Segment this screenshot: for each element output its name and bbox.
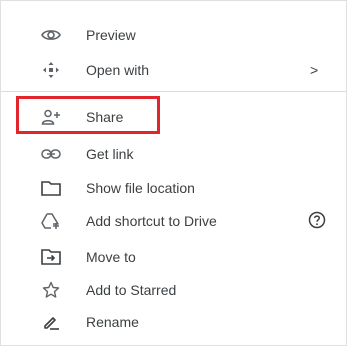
person-add-icon — [41, 108, 61, 126]
help-icon[interactable] — [308, 211, 326, 229]
menu-item-add-to-starred[interactable]: Add to Starred — [1, 277, 347, 303]
menu-item-label: Add shortcut to Drive — [86, 213, 217, 229]
menu-item-label: Open with — [86, 62, 150, 78]
move-to-folder-icon — [41, 248, 61, 266]
chevron-right-icon: > — [310, 62, 319, 78]
menu-item-preview[interactable]: Preview — [1, 22, 347, 48]
link-icon — [41, 145, 61, 163]
eye-icon — [41, 26, 61, 44]
menu-divider — [1, 91, 347, 92]
menu-item-label: Rename — [86, 314, 139, 330]
menu-item-label: Get link — [86, 146, 134, 162]
pencil-icon — [41, 313, 61, 331]
add-shortcut-icon — [41, 212, 61, 230]
menu-item-add-shortcut[interactable]: Add shortcut to Drive — [1, 208, 347, 234]
menu-item-show-file-location[interactable]: Show file location — [1, 175, 347, 201]
menu-item-label: Move to — [86, 249, 136, 265]
menu-item-get-link[interactable]: Get link — [1, 141, 347, 167]
move-arrows-icon — [41, 61, 61, 79]
menu-item-rename[interactable]: Rename — [1, 309, 347, 335]
menu-item-label: Show file location — [86, 180, 195, 196]
menu-item-share[interactable]: Share — [1, 104, 347, 130]
star-outline-icon — [41, 281, 61, 299]
menu-item-label: Add to Starred — [86, 282, 177, 298]
menu-item-move-to[interactable]: Move to — [1, 244, 347, 270]
folder-icon — [41, 179, 61, 197]
menu-item-label: Preview — [86, 27, 136, 43]
menu-item-open-with[interactable]: Open with > — [1, 57, 347, 83]
menu-item-label: Share — [86, 109, 124, 125]
context-menu: Preview Open with > Share Get link Show … — [0, 0, 347, 346]
